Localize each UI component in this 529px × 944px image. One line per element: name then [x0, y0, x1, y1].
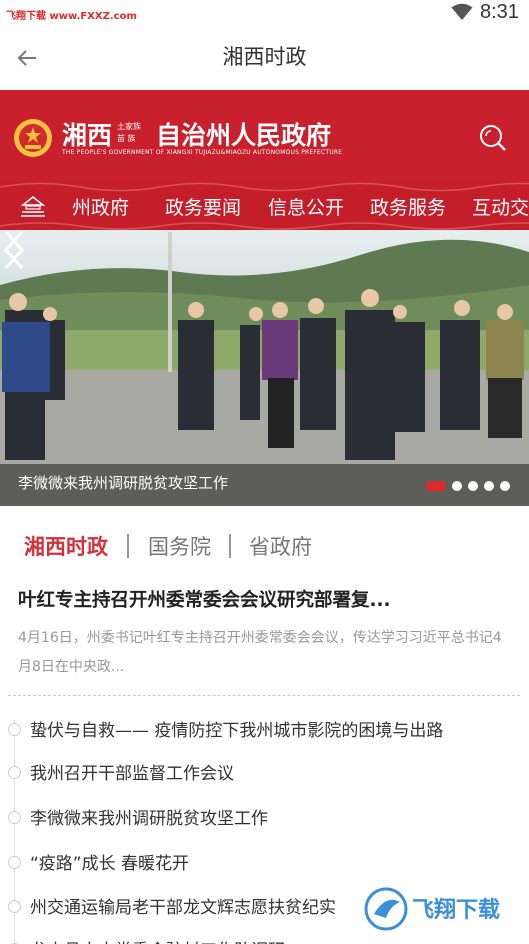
nav-item-government[interactable]: 州政府 [72, 193, 129, 220]
watermark-logo-text: 飞翔下载 [412, 897, 500, 923]
status-time: 8:31 [480, 1, 519, 23]
back-arrow-icon[interactable] [15, 46, 39, 70]
government-name: 湘西 自治州人民政府 [62, 116, 331, 152]
news-title[interactable]: 我州召开干部监督工作会议 [30, 759, 234, 784]
news-title[interactable]: 蛰伏与自救—— 疫情防控下我州城市影院的困境与出路 [30, 716, 443, 741]
timeline-dot [8, 856, 21, 869]
tab-separator [229, 534, 231, 558]
news-title[interactable]: “疫路”成长 春暖花开 [30, 849, 189, 874]
government-english-name: THE PEOPLE'S GOVERNMENT OF XIANGXI TUJIA… [62, 149, 343, 156]
timeline-dot [8, 811, 21, 824]
carousel-dot[interactable] [452, 481, 462, 491]
featured-summary[interactable]: 4月16日，州委书记叶红专主持召开州委常委会会议，传达学习习近平总书记4月8日在… [18, 624, 508, 682]
carousel-dot[interactable] [468, 481, 478, 491]
wifi-icon [451, 3, 473, 20]
list-item[interactable]: 蛰伏与自救—— 疫情防控下我州城市影院的困境与出路 [0, 710, 529, 750]
gov-name-ethnic-top: 土家族 [117, 122, 141, 131]
banner-caption: 李微微来我州调研脱贫攻坚工作 [18, 474, 229, 492]
banner-carousel[interactable]: 李微微来我州调研脱贫攻坚工作 [0, 230, 529, 506]
nav-item-services[interactable]: 政务服务 [370, 193, 446, 220]
search-icon[interactable] [478, 123, 508, 153]
news-title[interactable]: 州交通运输局老干部龙文辉志愿扶贫纪实 [30, 893, 336, 918]
national-emblem-icon [14, 119, 52, 157]
news-title[interactable]: 龙山县人大常委会驻村工作队调研 [30, 936, 285, 944]
timeline-dot [8, 900, 21, 913]
app-bar: 湘西时政 [0, 26, 529, 90]
pavilion-icon [20, 196, 46, 217]
gov-name-right: 自治州人民政府 [156, 121, 332, 150]
tab-separator [127, 534, 129, 558]
carousel-dot-active[interactable] [426, 481, 446, 491]
carousel-dot[interactable] [500, 481, 510, 491]
nav-item-public-info[interactable]: 信息公开 [268, 193, 344, 220]
gov-name-ethnic-bottom: 苗 族 [117, 134, 136, 143]
status-bar: 飞翔下载 www.FXXZ.com 8:31 [0, 0, 529, 26]
gov-name-left: 湘西 [62, 121, 113, 150]
list-item[interactable]: 李微微来我州调研脱贫攻坚工作 [0, 798, 529, 838]
nav-item-news[interactable]: 政务要闻 [165, 193, 241, 220]
nav-item-interaction[interactable]: 互动交流 [472, 193, 529, 220]
timeline-dot [8, 723, 21, 736]
gov-name-ethnic: 土家族 苗 族 [117, 121, 141, 145]
tab-state-council[interactable]: 国务院 [148, 531, 211, 561]
news-title[interactable]: 李微微来我州调研脱贫攻坚工作 [30, 804, 268, 829]
featured-headline[interactable]: 叶红专主持召开州委常委会会议研究部署复... [18, 586, 391, 612]
government-header: 湘西 自治州人民政府 土家族 苗 族 THE PEOPLE'S GOVERNMEN… [0, 90, 529, 230]
dashed-divider [8, 695, 520, 696]
tab-xiangxi[interactable]: 湘西时政 [24, 531, 108, 561]
timeline-dot [8, 766, 21, 779]
list-item[interactable]: 我州召开干部监督工作会议 [0, 753, 529, 793]
main-nav: 州政府 政务要闻 信息公开 政务服务 互动交流 [0, 188, 529, 226]
tab-province[interactable]: 省政府 [249, 531, 312, 561]
carousel-dot[interactable] [484, 481, 494, 491]
watermark-logo: 飞翔下载 [362, 884, 520, 934]
carousel-next-icon[interactable] [0, 230, 28, 270]
page-title: 湘西时政 [222, 45, 307, 69]
watermark-text: 飞翔下载 www.FXXZ.com [6, 11, 137, 22]
list-item[interactable]: “疫路”成长 春暖花开 [0, 843, 529, 883]
category-tabs: 湘西时政 国务院 省政府 [0, 524, 529, 568]
